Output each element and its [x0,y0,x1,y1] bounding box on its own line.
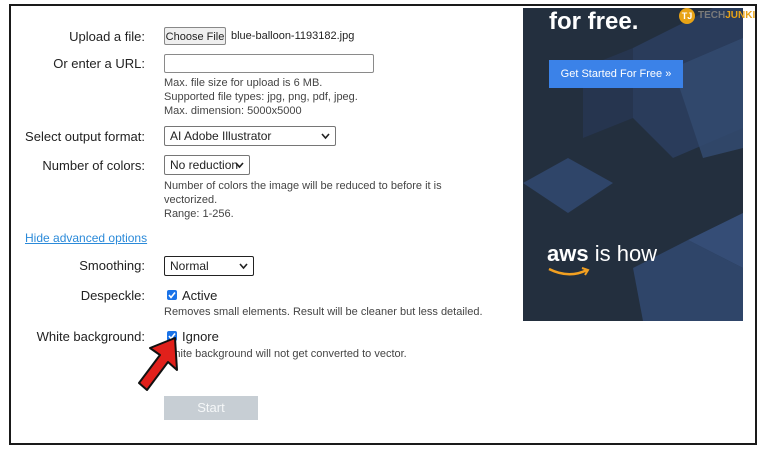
colors-hint-line: Range: 1-256. [164,208,234,220]
upload-hint: Max. file size for upload is 6 MB. Suppo… [164,76,358,118]
logo-text-tech: TECH [698,10,726,21]
output-format-select[interactable]: AI Adobe Illustrator [164,126,336,146]
red-arrow-icon [138,337,178,391]
smoothing-label: Smoothing: [79,258,145,273]
aws-advertisement[interactable]: for free. Get Started For Free » aws is … [523,8,743,321]
checkmark-icon [168,292,176,299]
aws-brand: aws [547,241,589,266]
chevron-down-icon [321,133,330,140]
upload-hint-line: Max. file size for upload is 6 MB. [164,77,323,89]
url-label: Or enter a URL: [53,56,145,71]
despeckle-label: Despeckle: [80,288,145,303]
output-format-value: AI Adobe Illustrator [170,129,272,143]
get-started-button[interactable]: Get Started For Free » [549,60,683,88]
chevron-down-icon [239,263,248,270]
logo-badge: TJ [679,8,695,24]
colors-hint-line: Number of colors the image will be reduc… [164,180,442,192]
url-input[interactable] [164,54,374,73]
white-background-option[interactable]: Ignore [182,329,219,344]
despeckle-checkbox[interactable] [167,290,177,300]
colors-label: Number of colors: [42,158,145,173]
white-background-label: White background: [36,329,145,344]
white-background-hint: White background will not get converted … [164,348,407,360]
colors-value: No reduction [170,158,239,172]
ad-headline: for free. [549,8,639,35]
start-button[interactable]: Start [164,396,258,420]
file-name: blue-balloon-1193182.jpg [231,30,355,42]
upload-hint-line: Max. dimension: 5000x5000 [164,105,302,117]
upload-label: Upload a file: [69,29,145,44]
smoothing-value: Normal [170,259,209,273]
page-frame: Upload a file: Choose File blue-balloon-… [9,4,757,445]
upload-hint-line: Supported file types: jpg, png, pdf, jpe… [164,91,358,103]
logo-text: TECHJUNKIE [698,10,756,21]
amazon-smile-icon [548,267,590,276]
smoothing-select[interactable]: Normal [164,256,254,276]
output-format-label: Select output format: [25,129,145,144]
choose-file-button[interactable]: Choose File [164,27,226,45]
ad-tagline: aws is how [547,241,657,267]
colors-hint: Number of colors the image will be reduc… [164,179,442,221]
despeckle-option[interactable]: Active [182,288,217,303]
chevron-down-icon [235,162,244,169]
hide-advanced-options-link[interactable]: Hide advanced options [25,231,147,245]
ad-tagline-rest: is how [588,241,658,266]
logo-text-junkie: JUNKIE [725,10,756,21]
despeckle-hint: Removes small elements. Result will be c… [164,306,483,318]
colors-hint-line: vectorized. [164,194,218,206]
colors-select[interactable]: No reduction [164,155,250,175]
